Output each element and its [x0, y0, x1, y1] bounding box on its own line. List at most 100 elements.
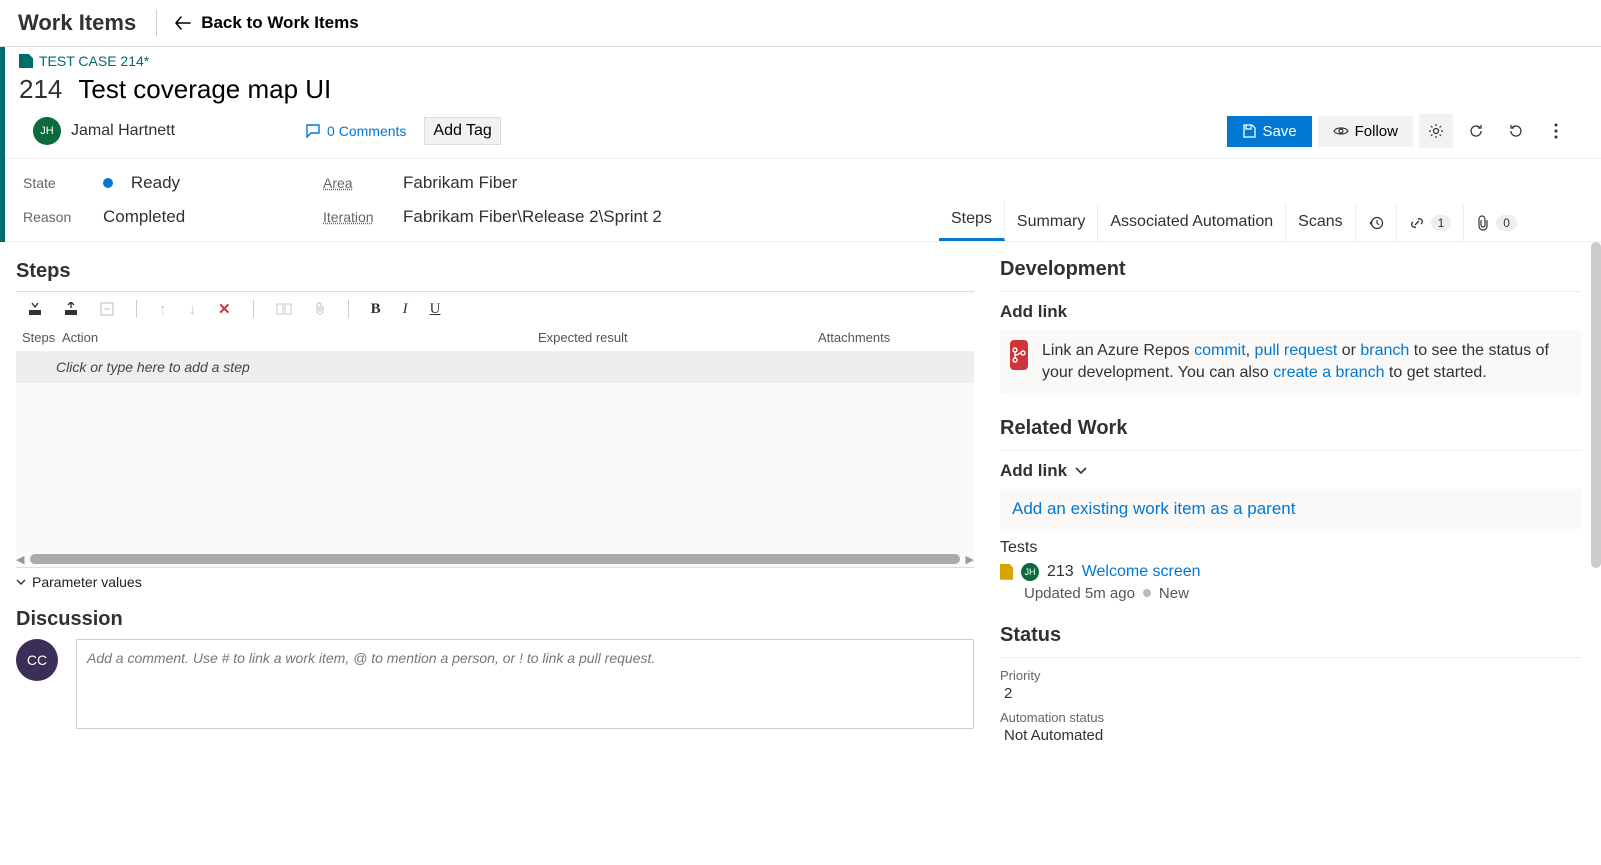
create-shared-steps-icon[interactable]: [100, 302, 114, 316]
breadcrumb-test-case[interactable]: TEST CASE 214*: [5, 47, 1601, 71]
branch-link[interactable]: branch: [1360, 342, 1409, 359]
test-case-icon: [19, 54, 33, 68]
parameter-values-label: Parameter values: [32, 574, 142, 590]
test-id: 213: [1047, 563, 1074, 581]
state-value[interactable]: Ready: [103, 173, 323, 193]
steps-horizontal-scrollbar[interactable]: ◀ ▶: [16, 553, 974, 565]
automation-status-label: Automation status: [1000, 710, 1581, 725]
automation-status-value[interactable]: Not Automated: [1004, 727, 1581, 744]
side-panel: Development Add link Link an Azure Repos…: [990, 242, 1601, 786]
refresh-button[interactable]: [1459, 114, 1493, 148]
delete-step-icon[interactable]: ✕: [218, 300, 231, 318]
follow-label: Follow: [1355, 123, 1398, 140]
discussion-compose-row: CC Add a comment. Use # to link a work i…: [16, 639, 974, 729]
col-header-attachments: Attachments: [818, 330, 968, 345]
back-to-work-items[interactable]: Back to Work Items: [175, 13, 358, 33]
development-add-link[interactable]: Add link: [1000, 302, 1581, 322]
bold-icon[interactable]: B: [371, 301, 381, 318]
insert-shared-step-icon[interactable]: [64, 302, 78, 316]
commit-link[interactable]: commit: [1194, 342, 1246, 359]
tab-scans[interactable]: Scans: [1286, 203, 1355, 241]
scroll-left-icon[interactable]: ◀: [16, 553, 24, 566]
scroll-track[interactable]: [30, 554, 959, 564]
tests-label: Tests: [1000, 539, 1581, 557]
top-bar: Work Items Back to Work Items: [0, 0, 1601, 47]
side-scrollbar[interactable]: [1591, 242, 1601, 568]
action-buttons: Save Follow: [1227, 114, 1573, 148]
underline-icon[interactable]: U: [430, 301, 441, 318]
move-up-icon[interactable]: ↑: [159, 301, 167, 318]
chevron-down-icon: [1075, 466, 1087, 476]
related-add-link-dropdown[interactable]: Add link: [1000, 461, 1581, 481]
tabs-strip: Steps Summary Associated Automation Scan…: [935, 159, 1601, 241]
priority-value[interactable]: 2: [1004, 685, 1581, 702]
assignee-name[interactable]: Jamal Hartnett: [71, 122, 175, 140]
create-branch-link[interactable]: create a branch: [1273, 364, 1384, 381]
divider: [1000, 450, 1581, 451]
breadcrumb-label: TEST CASE 214*: [39, 53, 149, 69]
outdent-icon[interactable]: [276, 303, 292, 315]
follow-button[interactable]: Follow: [1318, 116, 1413, 147]
status-title: Status: [1000, 624, 1581, 647]
work-item-title-input[interactable]: [76, 73, 1587, 106]
settings-button[interactable]: [1419, 114, 1453, 148]
pull-request-link[interactable]: pull request: [1255, 342, 1338, 359]
move-down-icon[interactable]: ↓: [189, 301, 197, 318]
kebab-icon: [1554, 123, 1558, 139]
comments-count: 0 Comments: [327, 123, 406, 139]
assignee-avatar[interactable]: JH: [33, 117, 61, 145]
status-section: Status Priority 2 Automation status Not …: [1000, 624, 1581, 744]
more-actions-button[interactable]: [1539, 114, 1573, 148]
page-title: Work Items: [18, 10, 157, 36]
main-column: Steps ↑ ↓ ✕: [0, 242, 990, 786]
eye-icon: [1333, 124, 1349, 138]
undo-icon: [1508, 123, 1524, 139]
fields-block: State Ready Area Fabrikam Fiber Reason C…: [5, 158, 1601, 242]
discussion-input[interactable]: Add a comment. Use # to link a work item…: [76, 639, 974, 729]
chevron-down-icon: [16, 578, 26, 586]
save-button[interactable]: Save: [1227, 116, 1311, 147]
comments-link[interactable]: 0 Comments: [305, 123, 406, 139]
related-work-section: Related Work Add link Add an existing wo…: [1000, 417, 1581, 602]
iteration-value[interactable]: Fabrikam Fiber\Release 2\Sprint 2: [403, 207, 917, 227]
toolbar-separator: [136, 300, 137, 318]
refresh-icon: [1468, 123, 1484, 139]
work-item-container: TEST CASE 214* 214 JH Jamal Hartnett 0 C…: [0, 47, 1601, 242]
tab-steps[interactable]: Steps: [939, 200, 1005, 241]
parameter-values-toggle[interactable]: Parameter values: [16, 574, 974, 590]
discussion-heading: Discussion: [16, 608, 974, 631]
undo-button[interactable]: [1499, 114, 1533, 148]
comment-icon: [305, 123, 321, 139]
test-link-item[interactable]: JH 213 Welcome screen: [1000, 563, 1581, 581]
test-owner-avatar: JH: [1021, 563, 1039, 581]
col-header-steps: Steps: [22, 330, 62, 345]
tab-summary[interactable]: Summary: [1005, 203, 1098, 241]
discussion-section: Discussion CC Add a comment. Use # to li…: [16, 608, 974, 729]
tab-history[interactable]: [1356, 205, 1397, 241]
development-hint-box: Link an Azure Repos commit, pull request…: [1000, 330, 1581, 395]
development-hint-text: Link an Azure Repos commit, pull request…: [1042, 340, 1571, 385]
col-header-action: Action: [62, 330, 538, 345]
tab-links[interactable]: 1: [1397, 205, 1465, 241]
steps-toolbar: ↑ ↓ ✕ B I U: [16, 294, 974, 324]
related-work-title: Related Work: [1000, 417, 1581, 440]
add-step-placeholder[interactable]: Click or type here to add a step: [16, 351, 974, 383]
scroll-right-icon[interactable]: ▶: [966, 553, 974, 566]
work-item-id: 214: [19, 74, 62, 105]
attach-icon[interactable]: [314, 302, 326, 316]
insert-step-icon[interactable]: [28, 302, 42, 316]
toolbar-separator-3: [348, 300, 349, 318]
test-title-link[interactable]: Welcome screen: [1082, 563, 1201, 581]
reason-value[interactable]: Completed: [103, 207, 323, 227]
add-tag-button[interactable]: Add Tag: [424, 117, 500, 145]
italic-icon[interactable]: I: [403, 301, 408, 318]
steps-grid-header: Steps Action Expected result Attachments: [16, 324, 974, 351]
tab-associated-automation[interactable]: Associated Automation: [1098, 203, 1286, 241]
reason-label: Reason: [23, 209, 103, 225]
content-area: Steps ↑ ↓ ✕: [0, 242, 1601, 786]
tab-attachments[interactable]: 0: [1464, 205, 1529, 241]
add-parent-link[interactable]: Add an existing work item as a parent: [1000, 489, 1581, 529]
development-section: Development Add link Link an Azure Repos…: [1000, 258, 1581, 395]
gear-icon: [1428, 123, 1444, 139]
area-value[interactable]: Fabrikam Fiber: [403, 173, 917, 193]
